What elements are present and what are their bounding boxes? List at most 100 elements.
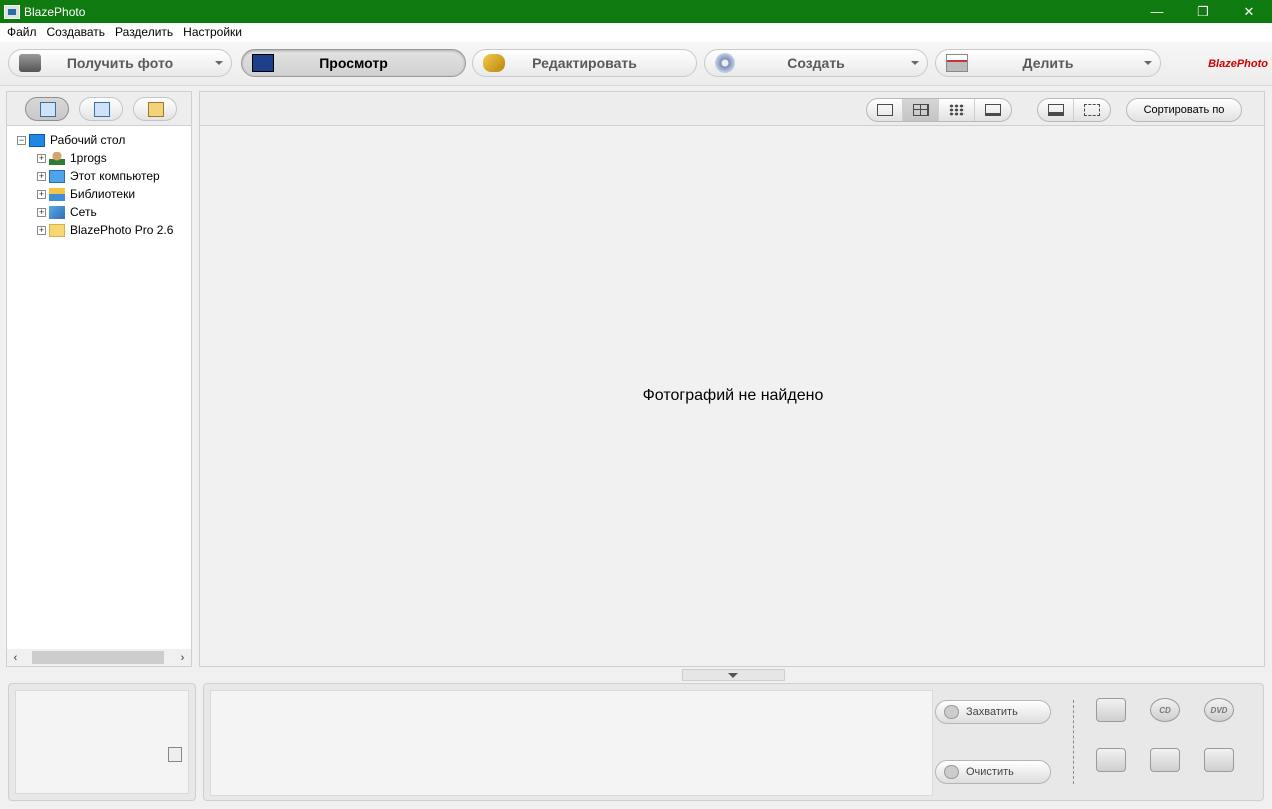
chevron-down-icon[interactable] <box>215 61 223 65</box>
tree-item-label: Этот компьютер <box>70 169 160 183</box>
app-icon <box>4 4 20 19</box>
library-icon <box>49 187 65 201</box>
tree-item-label: BlazePhoto Pro 2.6 <box>70 223 174 237</box>
module-toolbar: Получить фото Просмотр Редактировать Соз… <box>0 42 1272 86</box>
scrollbar-thumb[interactable] <box>32 651 164 664</box>
get-photos-button[interactable]: Получить фото <box>8 49 232 77</box>
window-controls: — ❐ ✕ <box>1134 0 1272 23</box>
details-icon <box>985 104 1001 116</box>
burn-dvd-button[interactable]: DVD <box>1201 694 1237 726</box>
tree-item-blazephoto[interactable]: + BlazePhoto Pro 2.6 <box>7 221 191 239</box>
desktop-icon <box>29 133 45 147</box>
brand-logo: BlazePhoto <box>1208 58 1268 70</box>
filmstrip-button[interactable] <box>1074 99 1110 121</box>
photo-tray: Захватить Очистить CD DVD <box>203 683 1264 801</box>
chevron-down-icon[interactable] <box>1144 61 1152 65</box>
expand-icon[interactable]: + <box>37 153 46 163</box>
camera-icon <box>19 54 41 72</box>
separator <box>1073 700 1074 784</box>
create-button[interactable]: Создать <box>704 49 928 77</box>
restore-button[interactable]: ❐ <box>1180 0 1226 23</box>
tab-calendar[interactable] <box>79 97 123 121</box>
disc-create-icon <box>715 53 735 73</box>
expand-icon[interactable]: + <box>37 207 46 217</box>
filmstrip-icon <box>1084 104 1100 116</box>
window-title: BlazePhoto <box>24 4 86 19</box>
left-tabs <box>7 92 191 126</box>
tree-item-label: Библиотеки <box>70 187 136 201</box>
tree-item-libraries[interactable]: + Библиотеки <box>7 185 191 203</box>
share-button[interactable]: Делить <box>935 49 1161 77</box>
menu-create[interactable]: Создавать <box>42 23 111 42</box>
menu-file[interactable]: Файл <box>2 23 42 42</box>
tree-item-this-pc[interactable]: + Этот компьютер <box>7 167 191 185</box>
single-pane-icon <box>1048 104 1064 116</box>
edit-button[interactable]: Редактировать <box>472 49 697 77</box>
network-icon <box>49 205 65 219</box>
photo-view-icon <box>252 54 274 72</box>
large-thumbs-button[interactable] <box>903 99 939 121</box>
single-pane-button[interactable] <box>1038 99 1074 121</box>
collapse-panel-handle[interactable] <box>682 669 785 681</box>
burn-cd-button[interactable]: CD <box>1147 694 1183 726</box>
tree-item-1progs[interactable]: + 1progs <box>7 149 191 167</box>
print-button[interactable] <box>1093 694 1129 726</box>
empty-message: Фотографий не найдено <box>642 387 824 404</box>
html-edit-button[interactable] <box>1093 744 1129 776</box>
html-edit-icon <box>1096 748 1126 772</box>
email-icon <box>1150 748 1180 772</box>
albums-tab-icon <box>148 102 164 117</box>
scroll-right-icon[interactable]: › <box>174 652 191 664</box>
tab-albums[interactable] <box>133 97 177 121</box>
edit-brush-icon <box>483 54 505 72</box>
scroll-left-icon[interactable]: ‹ <box>7 652 24 664</box>
tray-area <box>210 690 933 796</box>
tree-item-desktop[interactable]: − Рабочий стол <box>7 131 191 149</box>
tree-item-label: 1progs <box>70 151 107 165</box>
folders-tab-icon <box>40 102 56 117</box>
calendar-tab-icon <box>94 102 110 117</box>
large-thumbs-icon <box>913 104 929 116</box>
lock-icon <box>944 705 959 719</box>
collapse-icon[interactable]: − <box>17 135 26 145</box>
computer-icon <box>49 169 65 183</box>
preview-view-button[interactable] <box>867 99 903 121</box>
folder-panel: − Рабочий стол + 1progs + Этот компьютер… <box>6 91 192 667</box>
small-thumbs-icon <box>949 104 965 116</box>
capture-button[interactable]: Захватить <box>935 700 1051 724</box>
tree-item-network[interactable]: + Сеть <box>7 203 191 221</box>
print-icon <box>1096 698 1126 722</box>
expand-icon[interactable]: + <box>37 189 46 199</box>
export-icon <box>1204 748 1234 772</box>
horizontal-scrollbar[interactable]: ‹ › <box>7 649 191 666</box>
preview-pane <box>8 683 196 801</box>
clear-icon <box>944 765 959 779</box>
folder-tree: − Рабочий стол + 1progs + Этот компьютер… <box>7 126 191 239</box>
menu-settings[interactable]: Настройки <box>178 23 247 42</box>
user-icon <box>49 151 65 165</box>
tab-folders[interactable] <box>25 97 69 121</box>
info-icon[interactable] <box>168 747 182 762</box>
view-mode-group <box>866 98 1012 122</box>
expand-icon[interactable]: + <box>37 171 46 181</box>
small-thumbs-button[interactable] <box>939 99 975 121</box>
folder-icon <box>49 223 65 237</box>
minimize-button[interactable]: — <box>1134 0 1180 23</box>
email-button[interactable] <box>1147 744 1183 776</box>
clear-button[interactable]: Очистить <box>935 760 1051 784</box>
menu-share[interactable]: Разделить <box>110 23 178 42</box>
tree-item-label: Сеть <box>70 205 97 219</box>
sort-by-button[interactable]: Сортировать по <box>1126 98 1242 122</box>
view-button[interactable]: Просмотр <box>241 49 466 77</box>
title-bar: BlazePhoto — ❐ ✕ <box>0 0 1272 23</box>
panel-mode-group <box>1037 98 1111 122</box>
photo-browser: Сортировать по Фотографий не найдено <box>199 91 1265 667</box>
expand-icon[interactable]: + <box>37 225 46 235</box>
details-view-button[interactable] <box>975 99 1011 121</box>
printer-share-icon <box>946 54 968 72</box>
close-button[interactable]: ✕ <box>1226 0 1272 23</box>
chevron-down-icon[interactable] <box>911 61 919 65</box>
export-button[interactable] <box>1201 744 1237 776</box>
menu-bar: Файл Создавать Разделить Настройки <box>0 23 1272 42</box>
preview-icon <box>877 104 893 116</box>
